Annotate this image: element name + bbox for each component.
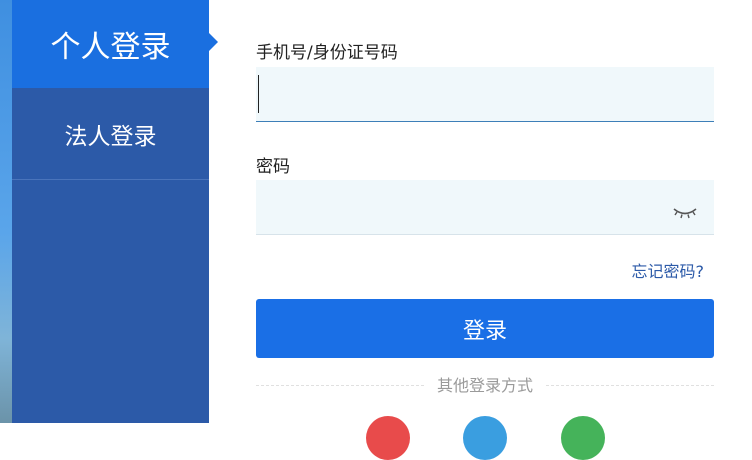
password-input[interactable] [256,180,714,234]
phone-id-label: 手机号/身份证号码 [256,43,398,63]
active-tab-pointer [209,33,218,51]
background-image [0,0,12,423]
login-type-sidebar: 个人登录 法人登录 [12,0,209,423]
eye-closed-icon[interactable] [672,206,698,220]
tab-personal-label: 个人登录 [50,30,171,65]
phone-id-field-wrapper [256,67,714,122]
password-label: 密码 [256,157,290,177]
tab-corporate-label: 法人登录 [64,123,157,150]
tab-corporate-login[interactable]: 法人登录 [12,88,209,180]
text-cursor [258,75,259,113]
other-login-methods-label: 其他登录方式 [436,376,533,395]
divider-line-right [546,385,714,386]
login-button[interactable]: 登录 [256,299,714,358]
password-field-wrapper [256,180,714,235]
tab-personal-login[interactable]: 个人登录 [12,0,209,88]
other-login-divider: 其他登录方式 [256,372,714,396]
phone-id-input[interactable] [256,67,714,121]
forgot-password-link[interactable]: 忘记密码? [632,258,705,282]
